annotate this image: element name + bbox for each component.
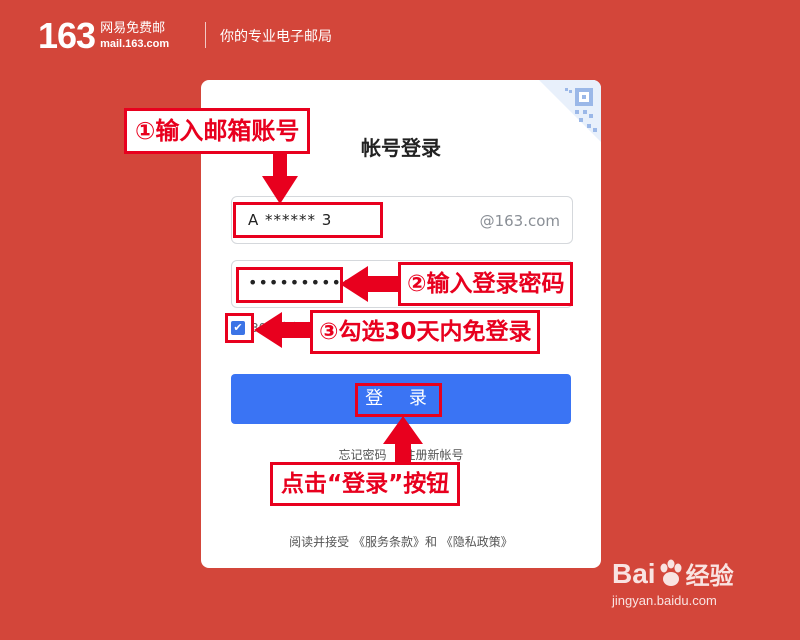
arrow-down-icon xyxy=(262,150,298,204)
terms-text: 阅读并接受 《服务条款》和 《隐私政策》 xyxy=(289,535,513,549)
step1-label: ①输入邮箱账号 xyxy=(124,108,311,154)
email-domain-suffix: @163.com xyxy=(479,212,560,230)
highlight-checkbox xyxy=(225,313,254,343)
logo-text: 网易免费邮 mail.163.com xyxy=(100,21,169,51)
step4-label: 点击“登录”按钮 xyxy=(270,462,461,506)
watermark-brand: Bai xyxy=(612,557,656,589)
logo-number: 163 xyxy=(38,15,96,56)
step3-label: ③勾选30天内免登录 xyxy=(310,310,541,354)
baidu-watermark: Bai 经验 jingyan.baidu.com xyxy=(612,556,734,609)
highlight-login-button xyxy=(355,383,442,417)
arrow-left-icon xyxy=(254,312,312,348)
watermark-brand-tail: 经验 xyxy=(685,563,734,590)
watermark-url: jingyan.baidu.com xyxy=(612,593,717,608)
step2-label: ②输入登录密码 xyxy=(398,262,574,306)
paw-icon xyxy=(660,559,682,586)
forgot-password-link[interactable]: 忘记密码 xyxy=(338,448,386,462)
highlight-email xyxy=(233,202,383,238)
arrow-left-icon xyxy=(340,266,400,302)
header-divider xyxy=(205,22,206,48)
highlight-password xyxy=(236,267,343,303)
arrow-up-icon xyxy=(383,416,423,466)
slogan: 你的专业电子邮局 xyxy=(220,29,332,45)
logo-domain: mail.163.com xyxy=(100,38,170,50)
brand-logo[interactable]: 163 网易免费邮 mail.163.com xyxy=(38,18,169,54)
logo-cn: 网易免费邮 xyxy=(100,21,166,36)
